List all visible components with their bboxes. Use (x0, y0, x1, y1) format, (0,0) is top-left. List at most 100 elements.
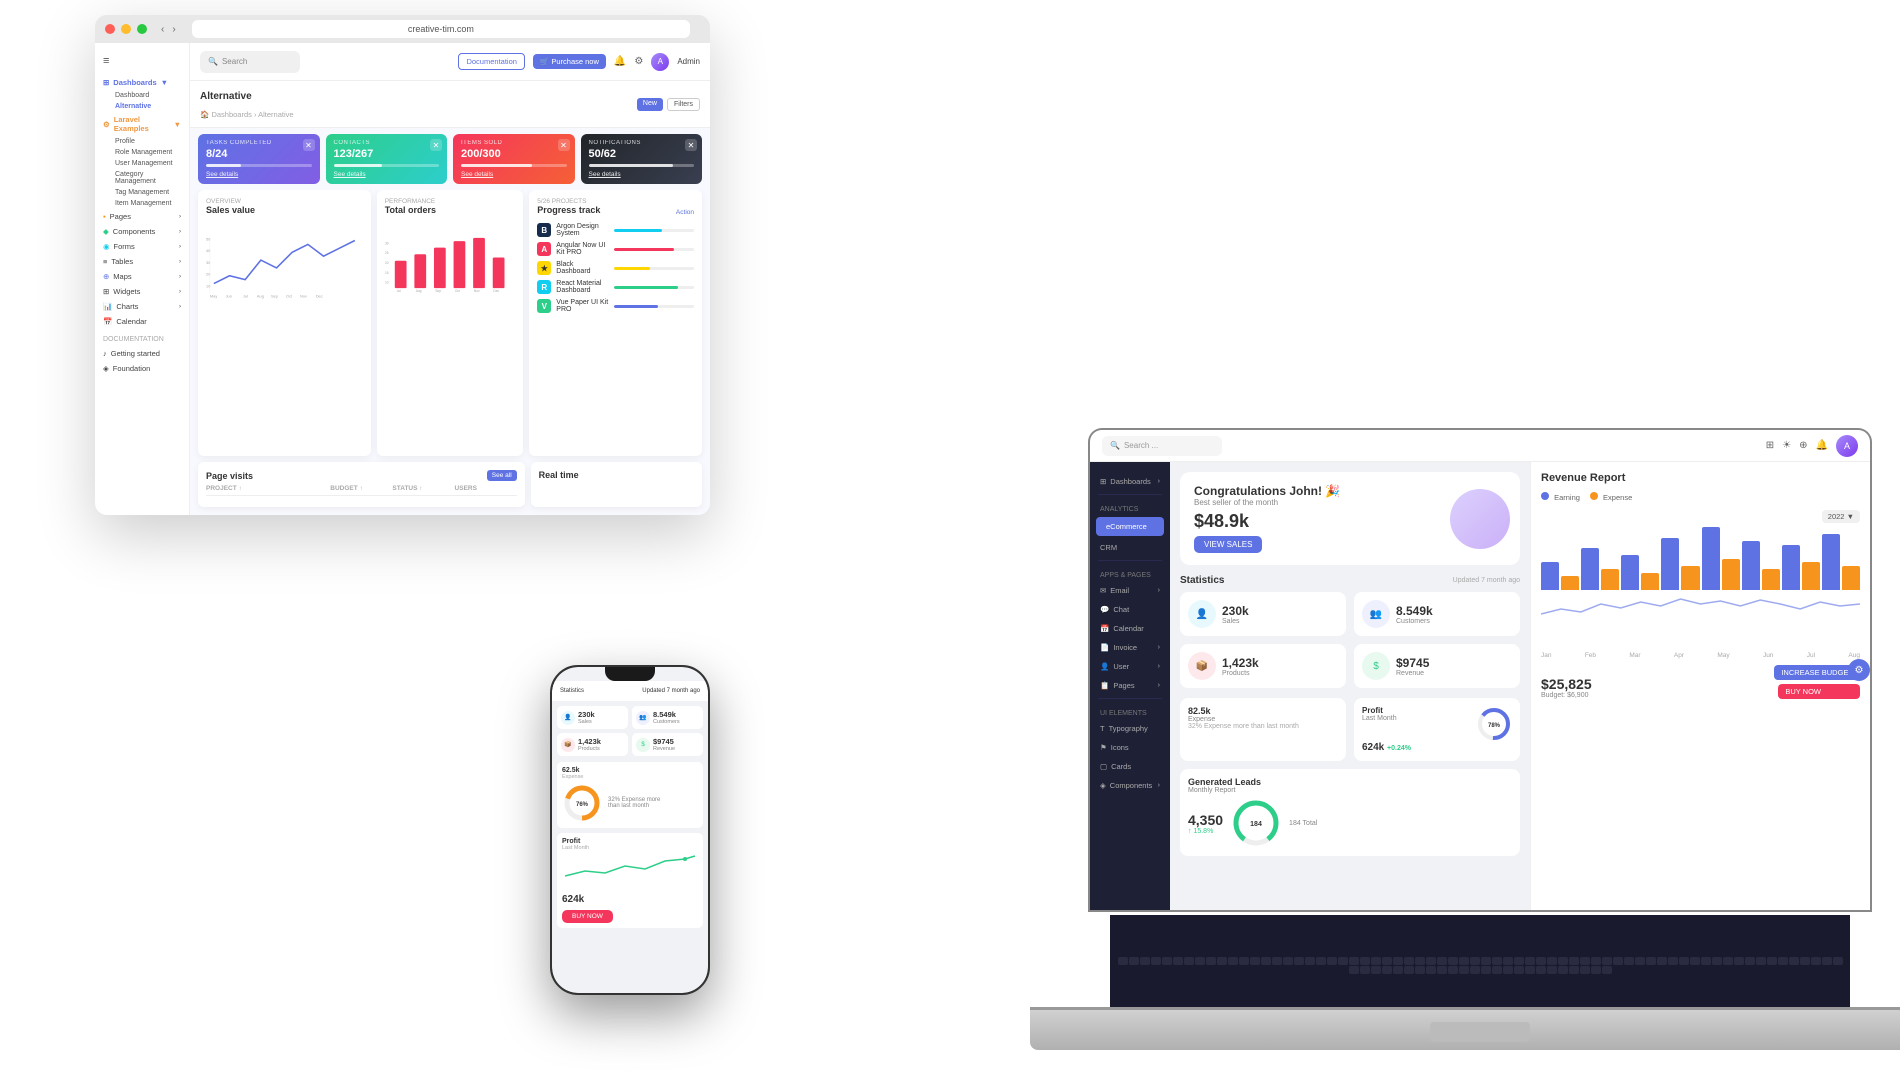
search-bar[interactable]: 🔍 Search (200, 51, 300, 73)
tables-icon: ≡ (103, 257, 107, 266)
address-bar: creative-tim.com (192, 20, 690, 38)
svg-text:76%: 76% (576, 802, 589, 808)
tasks-label: TASKS COMPLETED (206, 140, 312, 146)
sidebar-item-alternative[interactable]: Alternative (95, 101, 189, 112)
progress-item-1: A Angular Now UI Kit PRO (537, 242, 694, 256)
close-dot[interactable] (105, 24, 115, 34)
sidebar-item-role[interactable]: Role Management (95, 147, 189, 158)
sidebar-item-dashboard[interactable]: Dashboard (95, 90, 189, 101)
keyboard-key (1558, 966, 1568, 974)
laptop-sidebar-calendar[interactable]: 📅Calendar (1090, 619, 1170, 638)
laptop-sidebar-email[interactable]: ✉Email› (1090, 581, 1170, 600)
laptop-sidebar-chat[interactable]: 💬Chat (1090, 600, 1170, 619)
svg-text:15: 15 (385, 271, 389, 275)
getting-started-icon: ♪ (103, 349, 107, 358)
laptop-search-bar[interactable]: 🔍 Search ... (1102, 436, 1222, 456)
svg-text:10: 10 (385, 281, 389, 285)
cart-icon: 🛒 (540, 57, 549, 66)
filters-button[interactable]: Filters (667, 98, 700, 111)
keyboard-key (1701, 957, 1711, 965)
forward-icon[interactable]: › (172, 24, 175, 35)
rev-bar-aug-e (1842, 566, 1860, 591)
laptop-sidebar-invoice[interactable]: 📄Invoice› (1090, 638, 1170, 657)
progress-icon-2: ★ (537, 261, 551, 275)
keyboard-key (1349, 966, 1359, 974)
purchase-button[interactable]: 🛒 Purchase now (533, 54, 606, 69)
keyboard-key (1525, 966, 1535, 974)
laptop-search-placeholder: Search ... (1124, 441, 1158, 450)
sales-title: Sales value (206, 205, 363, 215)
laptop-screen: 🔍 Search ... ⊞ ☀ ⊕ 🔔 A ⊞ Dashboards (1090, 430, 1870, 910)
documentation-button[interactable]: Documentation (458, 53, 524, 70)
keyboard-key (1492, 966, 1502, 974)
contacts-link[interactable]: See details (334, 171, 440, 178)
laptop-sidebar-user2[interactable]: 👤User› (1090, 657, 1170, 676)
sidebar-item-widgets[interactable]: ⊞ Widgets › (95, 284, 189, 299)
sidebar-item-getting-started[interactable]: ♪ Getting started (95, 346, 189, 361)
bottom-row: Page visits See all PROJECT ↑ BUDGET ↑ S… (190, 462, 710, 515)
laptop-expense-profit-row: 82.5k Expense 32% Expense more than last… (1180, 698, 1520, 761)
sidebar-item-user[interactable]: User Management (95, 158, 189, 169)
laptop-sidebar-icons[interactable]: ⚑Icons (1090, 738, 1170, 757)
year-badge[interactable]: 2022 ▼ (1822, 510, 1860, 523)
keyboard-key (1580, 966, 1590, 974)
maximize-dot[interactable] (137, 24, 147, 34)
svg-text:Oct: Oct (455, 289, 460, 293)
see-all-button[interactable]: See all (487, 470, 517, 481)
sidebar-item-tag[interactable]: Tag Management (95, 187, 189, 198)
laptop-main-content: Congratulations John! 🎉 Best seller of t… (1170, 462, 1530, 910)
settings-icon[interactable]: ⚙ (634, 56, 643, 67)
notifications-label: NOTIFICATIONS (589, 140, 695, 146)
sidebar-item-category[interactable]: Category Management (95, 169, 189, 187)
laptop-sidebar-components2[interactable]: ◈Components› (1090, 776, 1170, 795)
laptop-sidebar-pages[interactable]: 📋Pages› (1090, 676, 1170, 695)
laptop-sidebar-ecommerce[interactable]: eCommerce (1096, 517, 1164, 536)
sidebar-item-charts[interactable]: 📊 Charts › (95, 299, 189, 314)
gear-badge[interactable]: ⚙ (1848, 659, 1870, 681)
items-link[interactable]: See details (461, 171, 567, 178)
laptop-revenue-data: $9745 Revenue (1396, 656, 1429, 677)
phone-title: Statistics (560, 688, 584, 694)
laptop-sidebar-analytics[interactable]: Analytics (1090, 498, 1170, 515)
calendar-icon: 📅 (103, 317, 112, 326)
rev-bar-jul-e (1802, 562, 1820, 590)
sidebar-item-pages[interactable]: ▪ Pages › (95, 209, 189, 224)
tasks-link[interactable]: See details (206, 171, 312, 178)
svg-text:50: 50 (206, 236, 211, 241)
laptop-sidebar-cards[interactable]: ▢Cards (1090, 757, 1170, 776)
sidebar-item-foundation[interactable]: ◈ Foundation (95, 361, 189, 376)
sidebar-item-forms[interactable]: ◉ Forms › (95, 239, 189, 254)
notification-icon[interactable]: 🔔 (614, 56, 626, 67)
expense-donut: 76% (562, 783, 602, 823)
laptop-device: 🔍 Search ... ⊞ ☀ ⊕ 🔔 A ⊞ Dashboards (1030, 430, 1900, 1050)
minimize-dot[interactable] (121, 24, 131, 34)
laptop-sidebar-crm[interactable]: CRM (1090, 538, 1170, 557)
sidebar-item-item[interactable]: Item Management (95, 198, 189, 209)
sidebar-item-maps[interactable]: ⊕ Maps › (95, 269, 189, 284)
svg-text:Jun: Jun (226, 294, 232, 299)
laptop-sidebar-dashboards[interactable]: ⊞ Dashboards › (1090, 472, 1170, 491)
sidebar-group-laravel[interactable]: ⚙ Laravel Examples ▼ (95, 112, 189, 136)
laptop-revenue-title: Revenue Report (1541, 472, 1860, 484)
keyboard-key (1261, 957, 1271, 965)
rev-bar-jun-e (1762, 569, 1780, 590)
phone-products-label: Products (578, 746, 601, 752)
phone-buy-button[interactable]: BUY NOW (562, 910, 613, 923)
sidebar-item-tables[interactable]: ≡ Tables › (95, 254, 189, 269)
sidebar-item-components[interactable]: ◆ Components › (95, 224, 189, 239)
laptop-customers-label: Customers (1396, 618, 1433, 625)
sidebar-item-calendar[interactable]: 📅 Calendar (95, 314, 189, 329)
new-button[interactable]: New (637, 98, 663, 111)
laptop-view-sales-button[interactable]: VIEW SALES (1194, 536, 1262, 553)
laptop-stat-sales: 👤 230k Sales (1180, 592, 1346, 636)
sidebar-group-dashboards[interactable]: ⊞ Dashboards ▼ (95, 75, 189, 90)
laptop-sidebar-typography[interactable]: TTypography (1090, 719, 1170, 738)
sidebar-item-profile[interactable]: Profile (95, 136, 189, 147)
laptop-notification-icon[interactable]: 🔔 (1816, 440, 1828, 451)
menu-toggle[interactable]: ≡ (95, 51, 189, 71)
back-icon[interactable]: ‹ (161, 24, 164, 35)
notifications-link[interactable]: See details (589, 171, 695, 178)
buy-now-button[interactable]: BUY NOW (1778, 684, 1860, 699)
orders-label: PERFORMANCE (385, 198, 516, 205)
progress-action-button[interactable]: Action (676, 209, 694, 216)
